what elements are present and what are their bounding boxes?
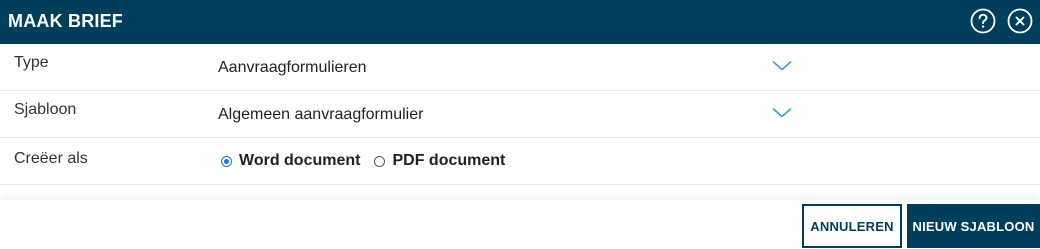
chevron-down-icon[interactable] <box>772 106 792 120</box>
radio-label-pdf[interactable]: PDF document <box>392 152 505 170</box>
radio-option-word[interactable]: Word document <box>221 152 360 170</box>
type-row: Type Aanvraagformulieren <box>0 44 1040 91</box>
create-as-row: Creëer als Word document PDF document <box>0 138 1040 185</box>
create-letter-dialog: MAAK BRIEF Type Aanvraagformulieren Sjab… <box>0 0 1040 249</box>
type-label: Type <box>14 54 49 71</box>
dialog-title: MAAK BRIEF <box>8 11 123 31</box>
chevron-down-icon[interactable] <box>772 59 792 73</box>
type-value: Aanvraagformulieren <box>218 59 367 76</box>
new-template-button[interactable]: NIEUW SJABLOON <box>907 204 1040 248</box>
close-icon[interactable] <box>1007 8 1033 34</box>
dialog-footer: ANNULEREN NIEUW SJABLOON <box>0 200 1040 249</box>
template-row: Sjabloon Algemeen aanvraagformulier <box>0 91 1040 138</box>
dialog-header: MAAK BRIEF <box>0 0 1040 44</box>
template-label: Sjabloon <box>14 101 77 118</box>
radio-button-pdf[interactable] <box>374 155 386 167</box>
template-value: Algemeen aanvraagformulier <box>218 106 424 123</box>
create-as-label: Creëer als <box>14 150 88 167</box>
radio-option-pdf[interactable]: PDF document <box>374 152 505 170</box>
help-icon[interactable] <box>970 8 996 34</box>
radio-button-word[interactable] <box>221 155 232 167</box>
cancel-button[interactable]: ANNULEREN <box>802 204 902 248</box>
letter-form: Type Aanvraagformulieren Sjabloon Algeme… <box>0 44 1040 185</box>
create-as-radio-group: Word document PDF document <box>221 152 519 170</box>
radio-label-word[interactable]: Word document <box>239 152 360 170</box>
